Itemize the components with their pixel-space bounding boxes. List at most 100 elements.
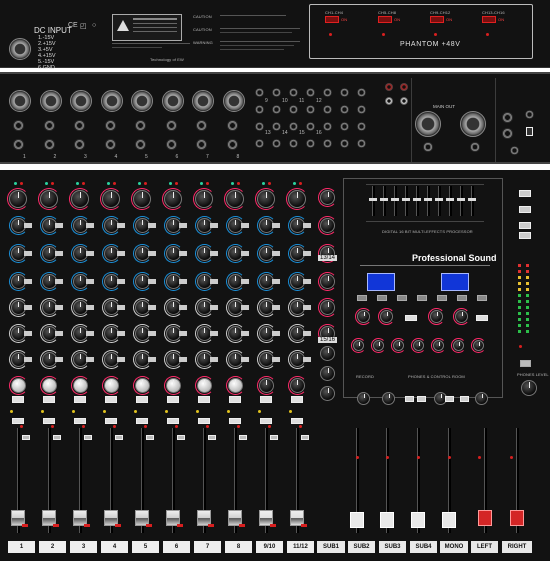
geq-slider[interactable] xyxy=(402,198,410,201)
patch-jack[interactable] xyxy=(255,88,264,97)
rca-out-red-right[interactable] xyxy=(400,83,408,91)
subgroup-fader[interactable] xyxy=(350,512,364,528)
assign-button[interactable] xyxy=(115,435,123,440)
master-switch[interactable] xyxy=(417,396,426,402)
record-out-jack[interactable] xyxy=(423,142,433,152)
assign-button[interactable] xyxy=(177,435,185,440)
patch-jack[interactable] xyxy=(323,122,332,131)
line-input-jack[interactable] xyxy=(74,120,85,131)
pfl-button[interactable] xyxy=(136,418,148,424)
effect-preset-button[interactable] xyxy=(437,295,447,301)
patch-jack[interactable] xyxy=(306,105,315,114)
assign-button[interactable] xyxy=(146,435,154,440)
mute-button[interactable] xyxy=(43,396,55,403)
effect-param-knob[interactable] xyxy=(373,340,384,351)
gain-knob[interactable] xyxy=(9,190,27,208)
patch-jack[interactable] xyxy=(357,139,366,148)
line-input-jack[interactable] xyxy=(196,120,207,131)
pan-knob[interactable] xyxy=(134,378,150,393)
patch-jack[interactable] xyxy=(323,88,332,97)
pfl-button[interactable] xyxy=(43,418,55,424)
effect-param-knob[interactable] xyxy=(453,340,464,351)
main-out-left-xlr[interactable] xyxy=(415,111,441,137)
line-input-jack[interactable] xyxy=(135,120,146,131)
pan-knob[interactable] xyxy=(196,378,212,393)
geq-slider[interactable] xyxy=(413,198,421,201)
lamp-jack[interactable] xyxy=(525,110,534,119)
pfl-button[interactable] xyxy=(260,418,272,424)
patch-jack[interactable] xyxy=(357,122,366,131)
utility-switch[interactable] xyxy=(519,206,531,213)
main-fader[interactable] xyxy=(478,510,492,526)
effect-preset-button[interactable] xyxy=(417,295,427,301)
pan-knob[interactable] xyxy=(72,378,88,393)
mute-button[interactable] xyxy=(105,396,117,403)
gain-knob[interactable] xyxy=(226,190,244,208)
effect-knob[interactable] xyxy=(357,310,370,323)
insert-jack[interactable] xyxy=(13,139,24,150)
patch-jack[interactable] xyxy=(255,139,264,148)
geq-slider[interactable] xyxy=(369,198,377,201)
dc-input-connector[interactable] xyxy=(9,38,31,60)
stereo-level-knob[interactable] xyxy=(320,346,335,361)
patch-jack[interactable] xyxy=(340,88,349,97)
assign-button[interactable] xyxy=(22,435,30,440)
mute-button[interactable] xyxy=(74,396,86,403)
mute-button[interactable] xyxy=(198,396,210,403)
effect-preset-button[interactable] xyxy=(477,295,487,301)
effect-knob[interactable] xyxy=(430,310,443,323)
pfl-button[interactable] xyxy=(105,418,117,424)
effect-param-knob[interactable] xyxy=(433,340,444,351)
master-knob[interactable] xyxy=(357,392,370,405)
mute-button[interactable] xyxy=(229,396,241,403)
geq-slider[interactable] xyxy=(435,198,443,201)
patch-jack[interactable] xyxy=(323,105,332,114)
pan-knob[interactable] xyxy=(41,378,57,393)
phantom-switch-3[interactable] xyxy=(430,16,444,23)
mute-button[interactable] xyxy=(167,396,179,403)
patch-jack[interactable] xyxy=(340,139,349,148)
effect-preset-button[interactable] xyxy=(397,295,407,301)
utility-switch[interactable] xyxy=(519,190,531,197)
assign-button[interactable] xyxy=(84,435,92,440)
pfl-button[interactable] xyxy=(167,418,179,424)
mic-input-xlr[interactable] xyxy=(131,90,153,112)
subgroup-fader[interactable] xyxy=(411,512,425,528)
master-button[interactable] xyxy=(520,360,531,367)
gain-knob[interactable] xyxy=(164,190,182,208)
effect-knob[interactable] xyxy=(455,310,468,323)
control-room-jack[interactable] xyxy=(502,128,513,139)
pfl-button[interactable] xyxy=(229,418,241,424)
effect-switch[interactable] xyxy=(476,315,488,321)
effect-preset-button[interactable] xyxy=(357,295,367,301)
rca-out-red-left[interactable] xyxy=(385,83,393,91)
mute-button[interactable] xyxy=(136,396,148,403)
pan-knob[interactable] xyxy=(10,378,26,393)
phantom-switch-4[interactable] xyxy=(482,16,496,23)
stereo-knob[interactable] xyxy=(320,190,335,205)
patch-jack[interactable] xyxy=(272,122,281,131)
line-input-jack[interactable] xyxy=(104,120,116,131)
patch-jack[interactable] xyxy=(323,139,332,148)
patch-jack[interactable] xyxy=(289,122,298,131)
pan-knob[interactable] xyxy=(227,378,243,393)
gain-knob[interactable] xyxy=(257,190,275,208)
mic-input-xlr[interactable] xyxy=(70,90,92,112)
mic-input-xlr[interactable] xyxy=(39,90,62,112)
effect-knob[interactable] xyxy=(380,310,393,323)
patch-jack[interactable] xyxy=(306,139,315,148)
line-input-jack[interactable] xyxy=(165,120,177,131)
master-switch[interactable] xyxy=(405,396,414,402)
mute-button[interactable] xyxy=(260,396,272,403)
pan-knob[interactable] xyxy=(103,378,119,393)
pan-knob[interactable] xyxy=(258,378,274,393)
effect-param-knob[interactable] xyxy=(393,340,404,351)
patch-jack[interactable] xyxy=(255,122,264,131)
patch-jack[interactable] xyxy=(272,139,281,148)
mic-input-xlr[interactable] xyxy=(100,90,123,112)
insert-jack[interactable] xyxy=(104,139,116,150)
phones-jack[interactable] xyxy=(502,112,513,123)
utility-switch[interactable] xyxy=(519,232,531,239)
utility-switch[interactable] xyxy=(519,222,531,229)
patch-jack[interactable] xyxy=(357,88,366,97)
